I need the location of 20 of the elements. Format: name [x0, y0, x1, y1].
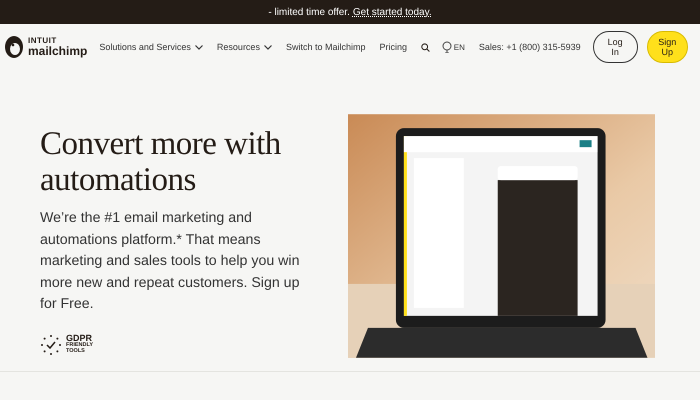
banner-text: - limited time offer.	[268, 7, 350, 18]
nav-link[interactable]: Solutions and Services	[99, 42, 203, 52]
hero-heading: Convert more with automations	[40, 126, 282, 198]
gdpr-icon	[40, 334, 62, 356]
chevron-down-icon	[264, 44, 272, 50]
logo-intuit-text: INTUIT	[28, 37, 58, 45]
nav-link[interactable]: Pricing	[379, 42, 407, 52]
logo-mailchimp-text: mailchimp	[28, 45, 88, 57]
sales-phone: Sales: +1 (800) 315-5939	[478, 42, 581, 52]
get-started-link[interactable]: Get started today.	[352, 7, 432, 18]
gdpr-title: GDPR	[66, 334, 94, 344]
signup-button[interactable]: Sign Up	[646, 31, 688, 63]
search-icon[interactable]	[421, 40, 430, 54]
hero-description: We’re the #1 email marketing and automations platform.* That means marketing and sales tools to help you win more new and repeat customers. Sign up for Free.	[40, 209, 300, 314]
login-button[interactable]: Log In	[592, 31, 638, 63]
language-selector[interactable]: EN	[442, 41, 465, 53]
nav-link[interactable]: Switch to Mailchimp	[286, 42, 366, 52]
nav-link[interactable]: Resources	[216, 42, 272, 52]
chimp-logo-icon	[3, 34, 25, 60]
chevron-down-icon	[194, 44, 203, 50]
